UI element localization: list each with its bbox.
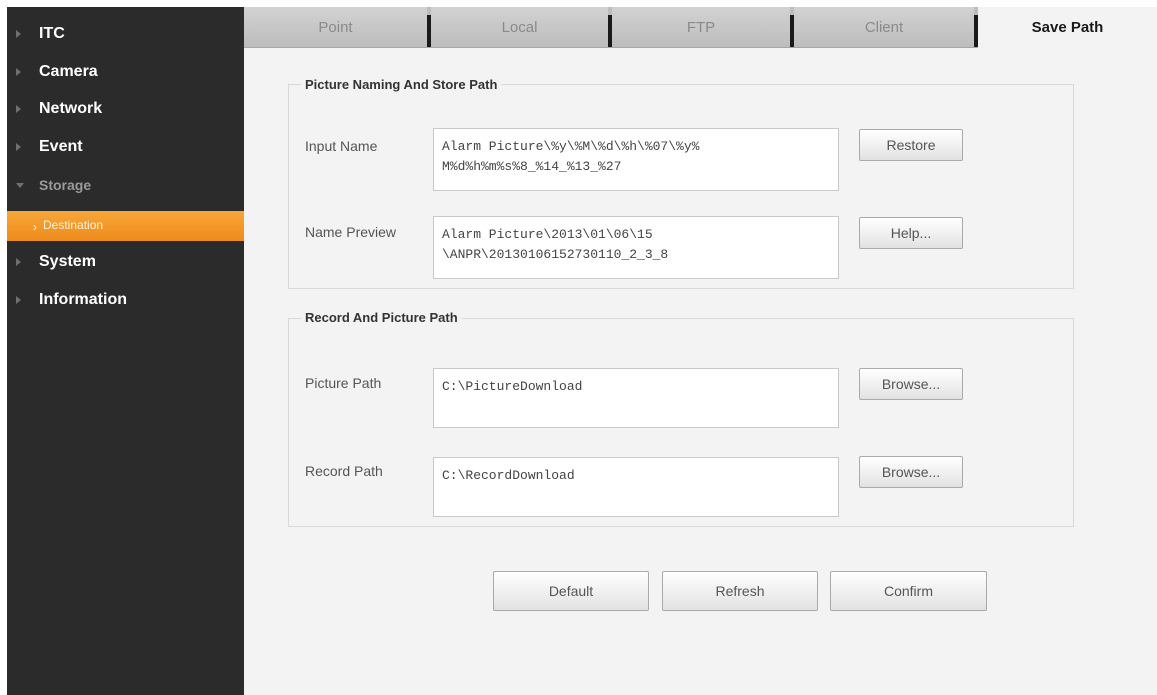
browse-picture-button[interactable]: Browse... <box>859 368 963 400</box>
sidebar-item-system[interactable]: System <box>7 247 244 277</box>
sidebar-item-label: Event <box>39 138 83 155</box>
sidebar-item-network[interactable]: Network <box>7 94 244 124</box>
chevron-right-icon: › <box>33 220 37 234</box>
sidebar-item-label: Destination <box>43 218 104 232</box>
record-path-field[interactable]: C:\RecordDownload <box>433 457 839 517</box>
chevron-right-icon <box>16 105 21 113</box>
confirm-button[interactable]: Confirm <box>830 571 987 611</box>
sidebar-item-label: System <box>39 253 96 270</box>
naming-group-title: Picture Naming And Store Path <box>301 77 502 92</box>
name-preview-field: Alarm Picture\2013\01\06\15 \ANPR\201301… <box>433 216 839 279</box>
sidebar-item-destination[interactable]: › Destination <box>7 211 244 241</box>
sidebar-item-itc[interactable]: ITC <box>7 19 244 49</box>
refresh-button[interactable]: Refresh <box>662 571 818 611</box>
tab-label: Point <box>318 18 353 36</box>
tab-label: Local <box>501 18 538 36</box>
browse-record-button[interactable]: Browse... <box>859 456 963 488</box>
picture-path-label: Picture Path <box>305 375 382 391</box>
chevron-right-icon <box>16 296 21 304</box>
tab-ftp[interactable]: FTP <box>612 7 790 47</box>
chevron-right-icon <box>16 258 21 266</box>
tab-bar: Point Local FTP Client Save Path <box>244 7 1157 48</box>
paths-group-title: Record And Picture Path <box>301 310 462 325</box>
tab-point[interactable]: Point <box>244 7 427 47</box>
chevron-right-icon <box>16 68 21 76</box>
tab-label: Client <box>864 18 904 36</box>
picture-path-field[interactable]: C:\PictureDownload <box>433 368 839 428</box>
tab-client[interactable]: Client <box>794 7 974 47</box>
restore-button[interactable]: Restore <box>859 129 963 161</box>
sidebar-item-storage[interactable]: Storage <box>7 170 244 200</box>
sidebar-item-label: Network <box>39 100 103 117</box>
default-button[interactable]: Default <box>493 571 649 611</box>
name-preview-label: Name Preview <box>305 224 397 240</box>
tab-local[interactable]: Local <box>431 7 608 47</box>
app-window: ITC Camera Network Event Storage › Desti… <box>0 0 1157 695</box>
record-path-label: Record Path <box>305 463 383 479</box>
sidebar-item-label: Storage <box>39 177 92 193</box>
input-name-field[interactable]: Alarm Picture\%y\%M\%d\%h\%07\%y% M%d%h%… <box>433 128 839 191</box>
chevron-down-icon <box>16 183 24 188</box>
sidebar-item-label: Camera <box>39 63 98 80</box>
chevron-right-icon <box>16 143 21 151</box>
chevron-right-icon <box>16 30 21 38</box>
tab-save-path[interactable]: Save Path <box>978 7 1157 48</box>
tab-label: FTP <box>686 18 716 36</box>
tab-label: Save Path <box>1031 19 1104 36</box>
sidebar-item-event[interactable]: Event <box>7 132 244 162</box>
sidebar-item-label: ITC <box>39 25 65 42</box>
help-button[interactable]: Help... <box>859 217 963 249</box>
sidebar-item-label: Information <box>39 291 127 308</box>
sidebar-item-information[interactable]: Information <box>7 285 244 315</box>
sidebar: ITC Camera Network Event Storage › Desti… <box>7 7 244 695</box>
input-name-label: Input Name <box>305 138 378 154</box>
sidebar-item-camera[interactable]: Camera <box>7 57 244 87</box>
